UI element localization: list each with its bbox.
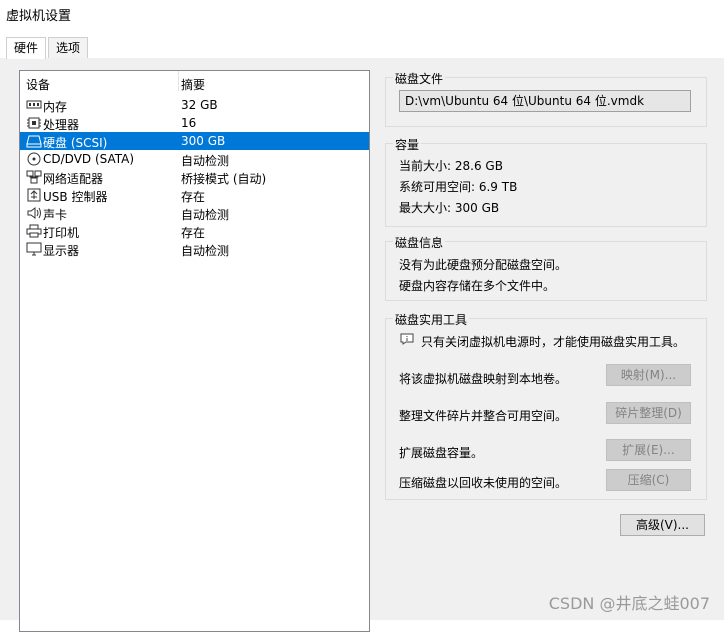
column-header-device[interactable]: 设备 [26,76,50,93]
usb-icon [27,188,41,202]
device-summary: 存在 [181,226,206,240]
map-button[interactable]: 映射(M)... [606,364,691,386]
defrag-description: 整理文件碎片并整合可用空间。 [399,409,568,423]
device-name: 硬盘 (SCSI) [43,136,108,150]
defrag-button[interactable]: 碎片整理(D) [606,402,691,424]
column-separator[interactable] [178,71,179,91]
disk-tools-note: 只有关闭虚拟机电源时，才能使用磁盘实用工具。 [421,335,686,349]
device-name: 打印机 [43,226,80,240]
device-row-printer[interactable]: 打印机 存在 [20,222,369,240]
device-row-display[interactable]: 显示器 自动检测 [20,240,369,258]
device-name: 网络适配器 [43,172,104,186]
device-name: 内存 [43,100,68,114]
tab-options[interactable]: 选项 [48,37,88,58]
device-name: USB 控制器 [43,190,108,204]
printer-icon [26,224,42,238]
disk-file-path-field[interactable]: D:\vm\Ubuntu 64 位\Ubuntu 64 位.vmdk [399,90,691,112]
expand-button[interactable]: 扩展(E)... [606,439,691,461]
device-summary: 16 [181,116,197,130]
compact-description: 压缩磁盘以回收未使用的空间。 [399,476,568,490]
compact-button[interactable]: 压缩(C) [606,469,691,491]
disk-file-title: 磁盘文件 [393,70,446,87]
device-summary: 32 GB [181,98,218,112]
device-list[interactable]: 设备 摘要 内存 32 GB 处理器 16 硬盘 (SCSI) 300 GB C… [19,70,370,632]
advanced-button[interactable]: 高级(V)... [620,514,705,536]
speaker-icon [27,207,41,219]
device-row-network[interactable]: 网络适配器 桥接模式 (自动) [20,168,369,186]
monitor-icon [26,242,42,256]
device-list-header: 设备 摘要 [20,71,369,93]
disk-tools-title: 磁盘实用工具 [393,311,470,328]
device-summary: 自动检测 [181,154,230,168]
device-summary: 桥接模式 (自动) [181,172,267,186]
network-icon [26,170,42,184]
disk-info-line-1: 没有为此硬盘预分配磁盘空间。 [399,258,568,272]
disk-info-line-2: 硬盘内容存储在多个文件中。 [399,279,556,293]
column-header-summary[interactable]: 摘要 [181,76,205,93]
window-title: 虚拟机设置 [6,9,72,24]
device-row-processor[interactable]: 处理器 16 [20,114,369,132]
device-row-harddisk[interactable]: 硬盘 (SCSI) 300 GB [20,132,369,150]
available-space-text: 系统可用空间: 6.9 TB [399,180,518,194]
device-summary: 自动检测 [181,244,230,258]
device-summary: 存在 [181,190,206,204]
device-row-usb[interactable]: USB 控制器 存在 [20,186,369,204]
device-summary: 300 GB [181,134,226,148]
memory-icon [26,100,42,109]
disk-info-title: 磁盘信息 [393,234,446,251]
map-description: 将该虚拟机磁盘映射到本地卷。 [399,372,568,386]
device-row-sound[interactable]: 声卡 自动检测 [20,204,369,222]
device-row-memory[interactable]: 内存 32 GB [20,96,369,114]
info-icon [400,333,414,345]
processor-icon [27,117,41,129]
watermark: CSDN @井底之蛙007 [548,594,710,613]
max-size-text: 最大大小: 300 GB [399,201,500,215]
harddisk-icon [26,135,42,148]
expand-description: 扩展磁盘容量。 [399,446,484,460]
device-name: CD/DVD (SATA) [43,152,135,166]
tab-hardware[interactable]: 硬件 [6,37,46,59]
device-name: 处理器 [43,118,80,132]
capacity-title: 容量 [393,136,422,153]
device-name: 声卡 [43,208,68,222]
cdrom-icon [27,152,41,166]
device-row-cdrom[interactable]: CD/DVD (SATA) 自动检测 [20,150,369,168]
device-summary: 自动检测 [181,208,230,222]
device-name: 显示器 [43,244,80,258]
current-size-text: 当前大小: 28.6 GB [399,159,503,173]
